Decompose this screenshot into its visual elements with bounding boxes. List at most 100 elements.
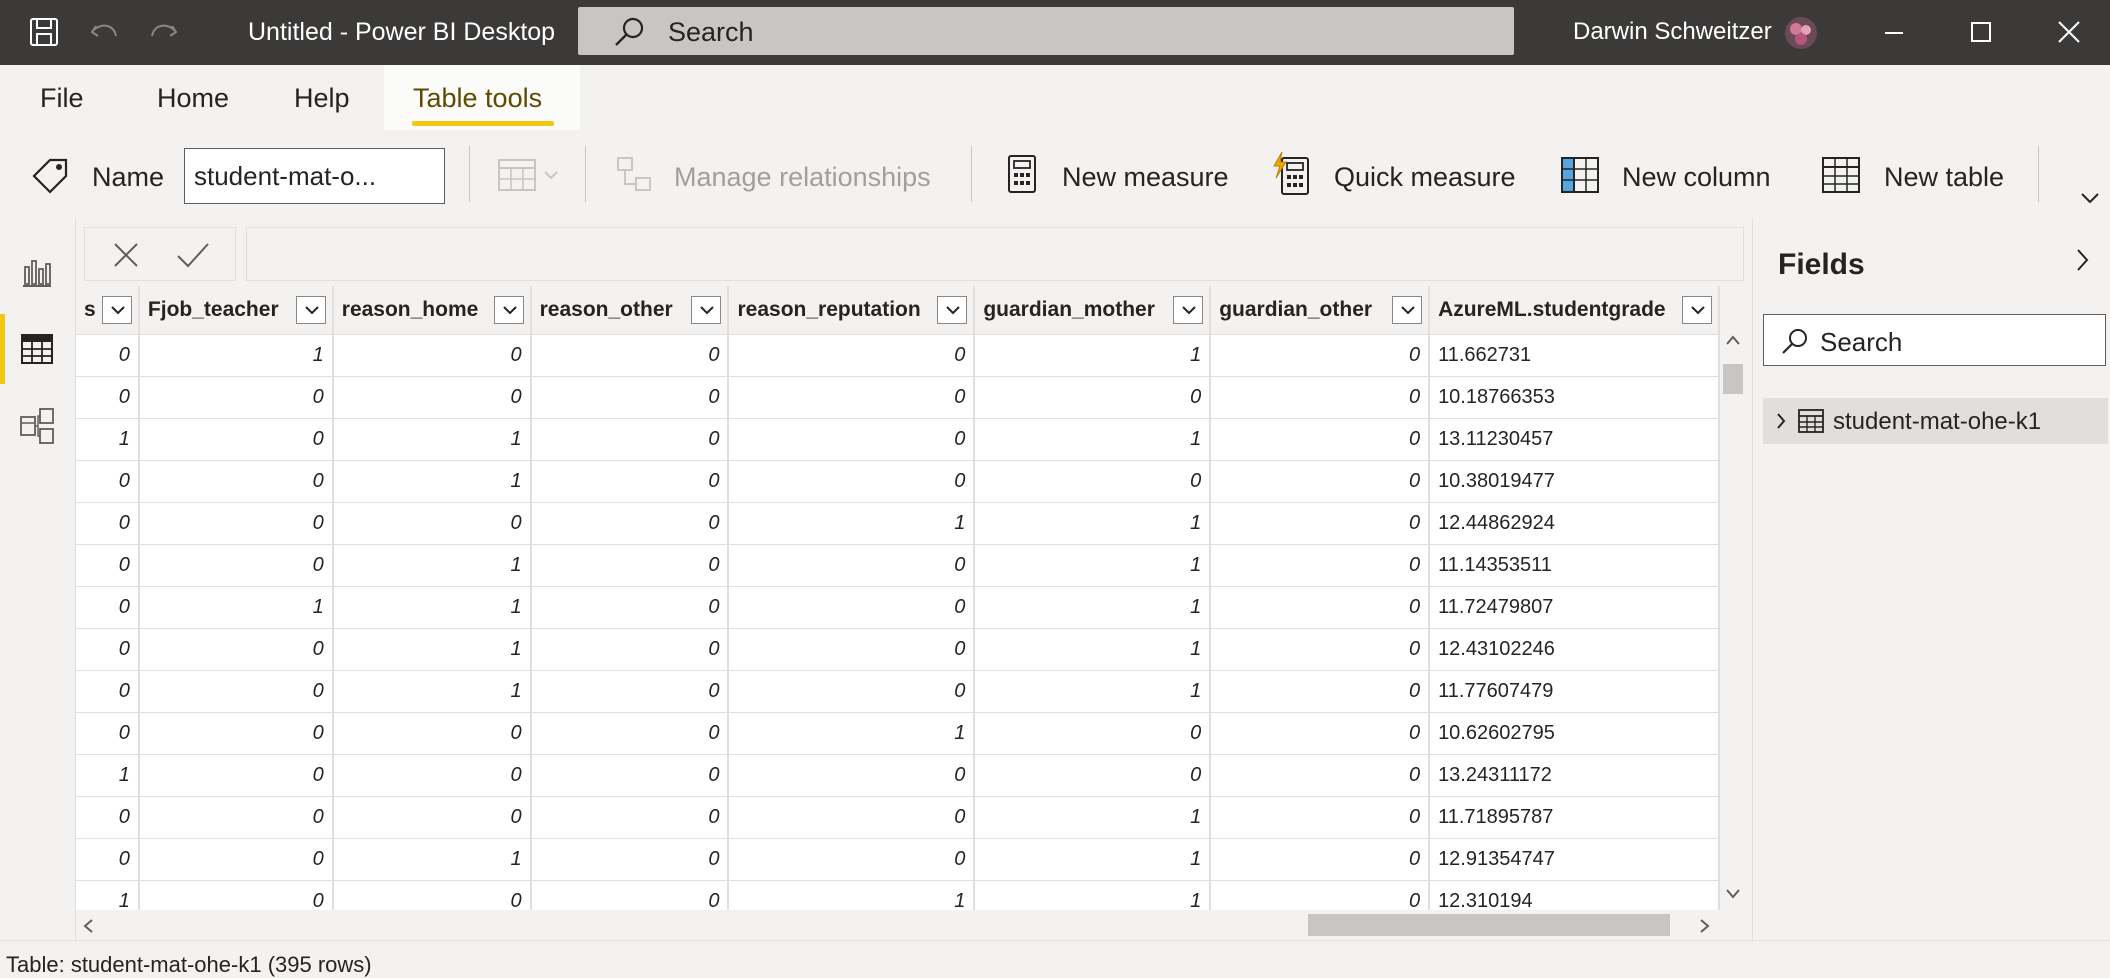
table-cell[interactable]: 0 (76, 376, 140, 419)
column-filter-dropdown[interactable] (493, 296, 524, 324)
table-cell[interactable]: 0 (76, 712, 140, 755)
menu-help[interactable]: Help (294, 83, 350, 114)
table-cell[interactable]: 0 (76, 838, 140, 881)
table-cell[interactable]: 11.662731 (1429, 334, 1720, 377)
table-cell[interactable]: 11.71895787 (1429, 796, 1720, 839)
table-cell[interactable]: 1 (332, 418, 532, 461)
table-cell[interactable]: 1 (974, 418, 1212, 461)
minimize-icon[interactable] (1874, 12, 1914, 52)
table-cell[interactable]: 0 (76, 586, 140, 629)
table-cell[interactable]: 1 (974, 334, 1212, 377)
table-cell[interactable]: 0 (1210, 502, 1431, 545)
expand-chevron-icon[interactable] (1775, 411, 1787, 431)
model-view-button[interactable] (0, 391, 76, 461)
quick-measure-button[interactable]: Quick measure (1334, 162, 1516, 193)
table-cell[interactable]: 0 (332, 334, 532, 377)
table-cell[interactable]: 0 (76, 502, 140, 545)
table-cell[interactable]: 0 (530, 418, 730, 461)
table-cell[interactable]: 1 (332, 838, 532, 881)
avatar[interactable] (1784, 16, 1818, 50)
table-cell[interactable]: 0 (530, 460, 730, 503)
table-cell[interactable]: 0 (138, 670, 334, 713)
table-cell[interactable]: 0 (728, 796, 976, 839)
table-cell[interactable]: 0 (76, 670, 140, 713)
table-cell[interactable]: 1 (974, 586, 1212, 629)
table-cell[interactable]: 11.72479807 (1429, 586, 1720, 629)
table-cell[interactable]: 0 (332, 712, 532, 755)
commit-checkmark-icon[interactable] (175, 240, 211, 270)
table-cell[interactable]: 0 (1210, 460, 1431, 503)
table-cell[interactable]: 1 (974, 628, 1212, 671)
field-table-item[interactable]: student-mat-ohe-k1 (1763, 398, 2108, 444)
table-cell[interactable]: 0 (138, 502, 334, 545)
table-cell[interactable]: 12.43102246 (1429, 628, 1720, 671)
table-cell[interactable]: 1 (974, 502, 1212, 545)
table-cell[interactable]: 0 (76, 796, 140, 839)
vertical-scrollbar[interactable] (1720, 330, 1746, 910)
column-header[interactable]: reason_reputation (728, 286, 976, 335)
table-cell[interactable]: 0 (530, 376, 730, 419)
table-cell[interactable]: 10.62602795 (1429, 712, 1720, 755)
table-cell[interactable]: 0 (974, 376, 1212, 419)
column-header[interactable]: guardian_other (1210, 286, 1431, 335)
table-cell[interactable]: 0 (728, 628, 976, 671)
table-cell[interactable]: 0 (332, 754, 532, 797)
table-cell[interactable]: 0 (138, 544, 334, 587)
column-filter-dropdown[interactable] (691, 296, 722, 324)
table-cell[interactable]: 0 (138, 712, 334, 755)
table-cell[interactable]: 0 (728, 334, 976, 377)
table-cell[interactable]: 0 (332, 880, 532, 910)
column-filter-dropdown[interactable] (1682, 296, 1712, 324)
table-cell[interactable]: 11.77607479 (1429, 670, 1720, 713)
redo-icon[interactable] (146, 14, 182, 50)
table-cell[interactable]: 0 (728, 670, 976, 713)
table-cell[interactable]: 1 (974, 544, 1212, 587)
table-cell[interactable]: 0 (1210, 334, 1431, 377)
table-cell[interactable]: 0 (530, 334, 730, 377)
table-cell[interactable]: 1 (76, 880, 140, 910)
close-icon[interactable] (2049, 12, 2089, 52)
table-cell[interactable]: 0 (728, 838, 976, 881)
save-icon[interactable] (26, 14, 62, 50)
table-cell[interactable]: 0 (138, 754, 334, 797)
chevron-down-icon[interactable] (2078, 190, 2102, 206)
table-cell[interactable]: 0 (138, 460, 334, 503)
table-cell[interactable]: 0 (332, 796, 532, 839)
menu-home[interactable]: Home (157, 83, 229, 114)
table-cell[interactable]: 0 (76, 334, 140, 377)
new-table-button[interactable]: New table (1884, 162, 2004, 193)
table-cell[interactable]: 0 (530, 502, 730, 545)
table-cell[interactable]: 0 (138, 418, 334, 461)
column-filter-dropdown[interactable] (937, 296, 968, 324)
column-header[interactable]: Fjob_teacher (138, 286, 334, 335)
table-cell[interactable]: 1 (332, 460, 532, 503)
table-cell[interactable]: 0 (974, 754, 1212, 797)
report-view-button[interactable] (0, 237, 76, 307)
table-cell[interactable]: 0 (1210, 796, 1431, 839)
menu-file[interactable]: File (40, 83, 84, 114)
horizontal-scroll-thumb[interactable] (1308, 914, 1670, 936)
table-cell[interactable]: 0 (728, 754, 976, 797)
collapse-pane-chevron-icon[interactable] (2073, 246, 2093, 274)
scroll-down-icon[interactable] (1725, 888, 1741, 900)
table-cell[interactable]: 1 (974, 796, 1212, 839)
column-header[interactable]: guardian_mother (974, 286, 1212, 335)
table-cell[interactable]: 1 (728, 502, 976, 545)
table-cell[interactable]: 0 (530, 754, 730, 797)
table-cell[interactable]: 0 (728, 586, 976, 629)
column-filter-dropdown[interactable] (1173, 296, 1204, 324)
table-cell[interactable]: 0 (1210, 712, 1431, 755)
fields-search-input[interactable]: Search (1763, 314, 2106, 366)
horizontal-scrollbar[interactable] (76, 910, 1746, 940)
column-header[interactable]: reason_home (332, 286, 532, 335)
column-header[interactable]: reason_other (530, 286, 730, 335)
new-measure-button[interactable]: New measure (1062, 162, 1229, 193)
tab-table-tools[interactable]: Table tools (384, 65, 580, 130)
table-cell[interactable]: 0 (1210, 586, 1431, 629)
table-cell[interactable]: 10.18766353 (1429, 376, 1720, 419)
table-cell[interactable]: 1 (974, 880, 1212, 910)
table-cell[interactable]: 12.44862924 (1429, 502, 1720, 545)
table-cell[interactable]: 10.38019477 (1429, 460, 1720, 503)
table-cell[interactable]: 0 (530, 670, 730, 713)
table-cell[interactable]: 0 (1210, 880, 1431, 910)
